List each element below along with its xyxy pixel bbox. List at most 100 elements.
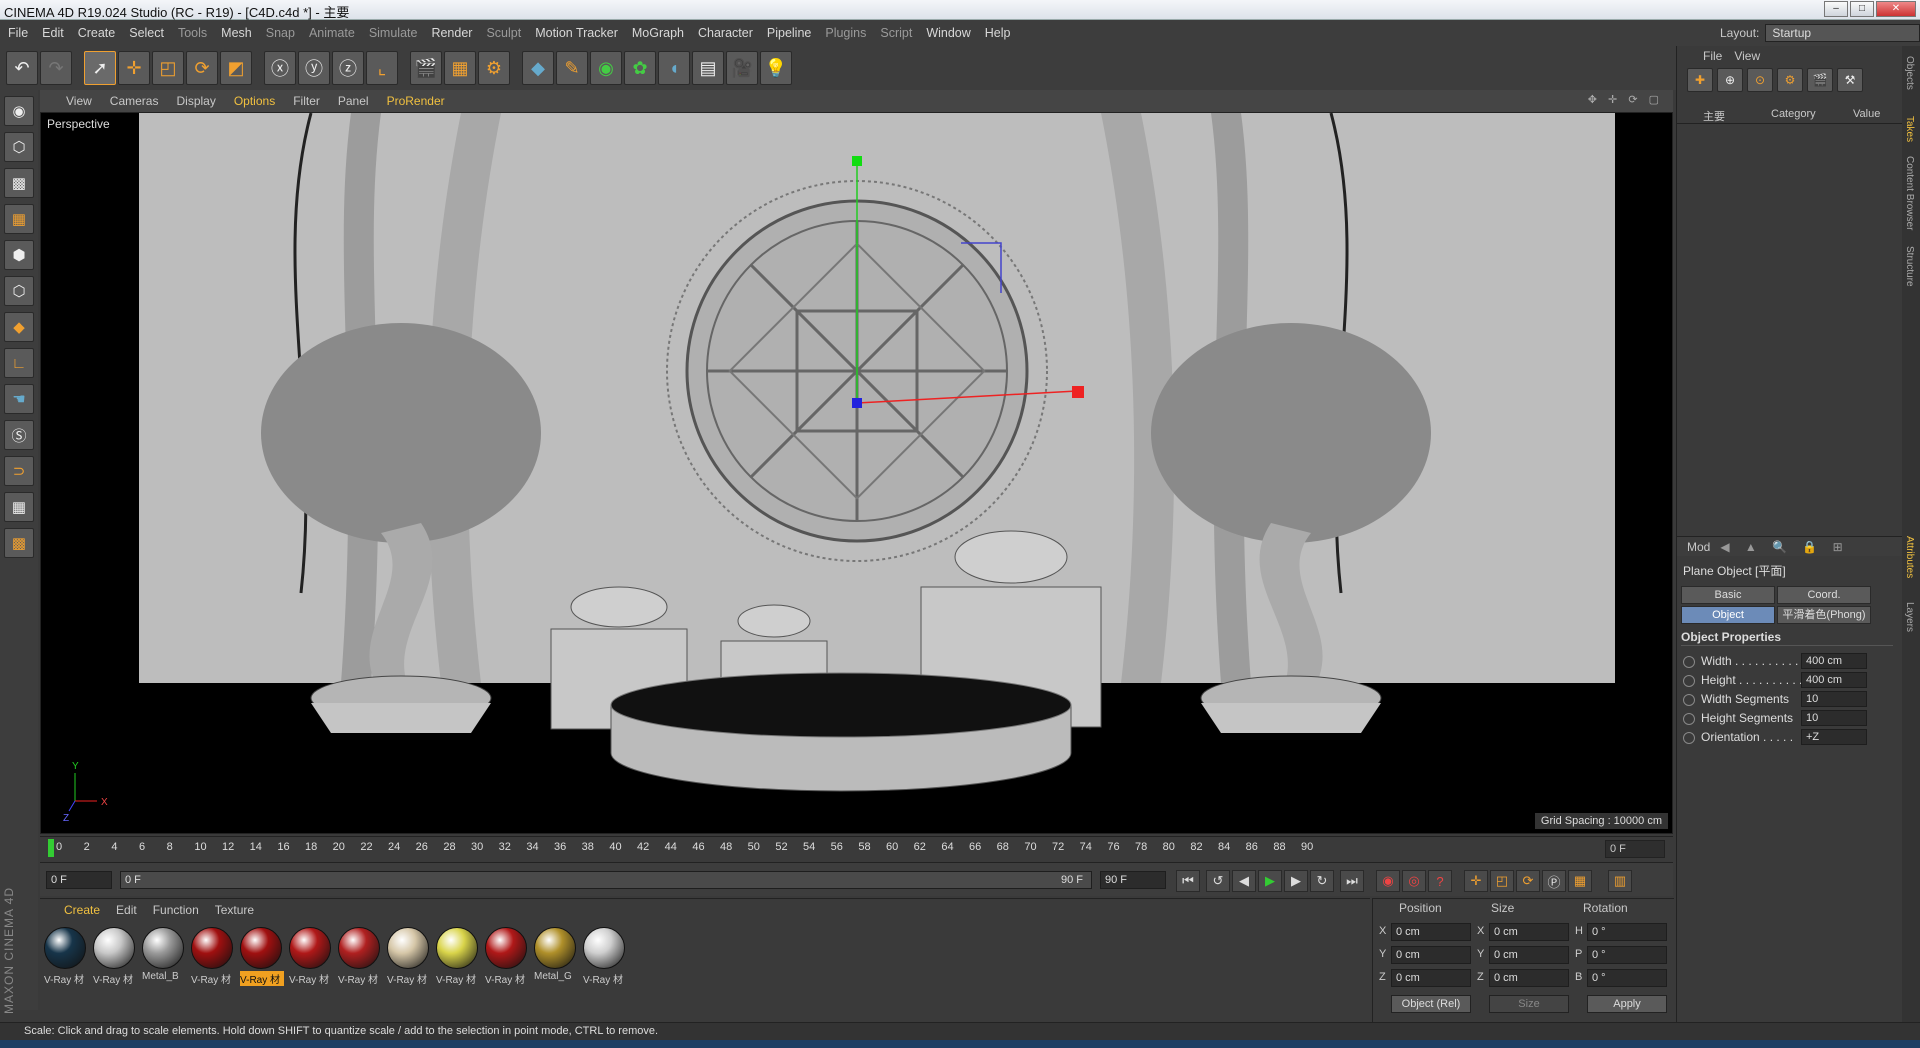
vp-menu-filter[interactable]: Filter (293, 94, 320, 108)
side-tab-takes[interactable]: Takes (1904, 116, 1915, 142)
tab-phong[interactable]: 平滑着色(Phong) (1777, 606, 1871, 624)
snap-icon[interactable]: ⊃ (4, 456, 34, 486)
end-frame-field[interactable]: 90 F (1100, 871, 1166, 889)
tab-basic[interactable]: Basic (1681, 586, 1775, 604)
vp-menu-options[interactable]: Options (234, 94, 275, 108)
undo-icon[interactable]: ↶ (6, 51, 38, 85)
edges-mode-icon[interactable]: ⬡ (4, 276, 34, 306)
material-swatch[interactable]: Metal_B (142, 927, 186, 987)
menu-plugins[interactable]: Plugins (825, 26, 866, 40)
prev-key-icon[interactable]: ↺ (1206, 870, 1230, 892)
material-swatch[interactable]: V-Ray 材 (436, 927, 480, 987)
scale-icon[interactable]: ◰ (152, 51, 184, 85)
take-clone-icon[interactable]: ⊕ (1717, 68, 1743, 92)
key-rotation-icon[interactable]: ⟳ (1516, 870, 1540, 892)
record-keys-icon[interactable]: ◉ (1376, 870, 1400, 892)
close-button[interactable]: ✕ (1876, 1, 1916, 17)
perspective-viewport[interactable]: Y X Z Perspective Grid Spacing : 10000 c… (40, 112, 1673, 834)
animate-radio-icon[interactable] (1683, 655, 1695, 668)
rotate-icon[interactable]: ⟳ (186, 51, 218, 85)
render-picture-viewer-icon[interactable]: ▦ (444, 51, 476, 85)
property-value-field[interactable]: +Z (1801, 729, 1867, 745)
override-icon[interactable]: ⊙ (1747, 68, 1773, 92)
material-swatch[interactable]: V-Ray 材 (338, 927, 382, 987)
coordinate-system-icon[interactable]: ⌞ (366, 51, 398, 85)
pen-spline-icon[interactable]: ✎ (556, 51, 588, 85)
coord-mode-dropdown[interactable]: Object (Rel) (1391, 995, 1471, 1013)
menu-pipeline[interactable]: Pipeline (767, 26, 811, 40)
next-key-icon[interactable]: ↻ (1310, 870, 1334, 892)
playhead-marker[interactable] (48, 839, 54, 857)
take-lock-icon[interactable]: ⚒ (1837, 68, 1863, 92)
menu-sculpt[interactable]: Sculpt (486, 26, 521, 40)
take-root-item[interactable]: 主要 (1703, 108, 1725, 124)
move-icon[interactable]: ✛ (118, 51, 150, 85)
rot-h-field[interactable]: 0 ° (1587, 923, 1667, 941)
render-view-icon[interactable]: 🎬 (410, 51, 442, 85)
viewport-nav-icons[interactable]: ✥ ✛ ⟳ ▢ (1588, 93, 1663, 106)
pos-z-field[interactable]: 0 cm (1391, 969, 1471, 987)
menu-mesh[interactable]: Mesh (221, 26, 252, 40)
side-tab-layers[interactable]: Layers (1904, 602, 1915, 632)
mat-menu-texture[interactable]: Texture (215, 903, 254, 917)
side-tab-attributes[interactable]: Attributes (1904, 536, 1915, 578)
menu-help[interactable]: Help (985, 26, 1011, 40)
maximize-button[interactable]: □ (1850, 1, 1874, 17)
property-value-field[interactable]: 10 (1801, 691, 1867, 707)
frame-range-slider[interactable]: 0 F 90 F (120, 871, 1092, 889)
vp-menu-cameras[interactable]: Cameras (110, 94, 159, 108)
go-to-start-icon[interactable]: ⏮ (1176, 870, 1200, 892)
cube-icon[interactable]: ◆ (522, 51, 554, 85)
take-add-icon[interactable]: ✚ (1687, 68, 1713, 92)
vp-menu-view[interactable]: View (66, 94, 92, 108)
tab-coord[interactable]: Coord. (1777, 586, 1871, 604)
next-frame-icon[interactable]: ▶ (1284, 870, 1308, 892)
mat-menu-function[interactable]: Function (153, 903, 199, 917)
material-swatch[interactable]: Metal_G (534, 927, 578, 987)
rot-p-field[interactable]: 0 ° (1587, 946, 1667, 964)
key-scale-icon[interactable]: ◰ (1490, 870, 1514, 892)
timeline-ruler[interactable]: 0 2 4 6 8 10 12 14 16 18 20 22 24 26 28 30 32 34 36 38 40 42 4… (40, 836, 1673, 860)
apply-button[interactable]: Apply (1587, 995, 1667, 1013)
mograph-cloner-icon[interactable]: ✿ (624, 51, 656, 85)
material-swatch[interactable]: V-Ray 材 (44, 927, 88, 987)
menu-script[interactable]: Script (880, 26, 912, 40)
mat-menu-create[interactable]: Create (64, 903, 100, 917)
axis-mode-icon[interactable]: ∟ (4, 348, 34, 378)
vp-menu-display[interactable]: Display (176, 94, 215, 108)
obj-menu-view[interactable]: View (1734, 49, 1760, 63)
menu-create[interactable]: Create (78, 26, 116, 40)
vp-menu-prorender[interactable]: ProRender (387, 94, 445, 108)
rot-b-field[interactable]: 0 ° (1587, 969, 1667, 987)
material-swatch[interactable]: V-Ray 材 (93, 927, 137, 987)
play-icon[interactable]: ▶ (1258, 870, 1282, 892)
mat-menu-edit[interactable]: Edit (116, 903, 137, 917)
redo-icon[interactable]: ↷ (40, 51, 72, 85)
x-axis-lock-icon[interactable]: ⓧ (264, 51, 296, 85)
solo-icon[interactable]: Ⓢ (4, 420, 34, 450)
pos-y-field[interactable]: 0 cm (1391, 946, 1471, 964)
floor-icon[interactable]: ▤ (692, 51, 724, 85)
override-group-icon[interactable]: ⚙ (1777, 68, 1803, 92)
material-swatch[interactable]: V-Ray 材 (289, 927, 333, 987)
size-mode-dropdown[interactable]: Size (1489, 995, 1569, 1013)
menu-character[interactable]: Character (698, 26, 753, 40)
timeline-layout-icon[interactable]: ▥ (1608, 870, 1632, 892)
locked-workplane-icon[interactable]: ▦ (4, 492, 34, 522)
subdivision-icon[interactable]: ◉ (590, 51, 622, 85)
points-mode-icon[interactable]: ⬢ (4, 240, 34, 270)
property-value-field[interactable]: 400 cm (1801, 653, 1867, 669)
obj-menu-file[interactable]: File (1703, 49, 1722, 63)
camera-icon[interactable]: 🎥 (726, 51, 758, 85)
render-settings-icon[interactable]: ⚙ (478, 51, 510, 85)
take-render-icon[interactable]: 🎬 (1807, 68, 1833, 92)
menu-motion-tracker[interactable]: Motion Tracker (535, 26, 618, 40)
menu-render[interactable]: Render (431, 26, 472, 40)
menu-file[interactable]: File (8, 26, 28, 40)
material-swatch[interactable]: V-Ray 材 (485, 927, 529, 987)
side-tab-structure[interactable]: Structure (1904, 246, 1915, 287)
menu-tools[interactable]: Tools (178, 26, 207, 40)
go-to-end-icon[interactable]: ⏭ (1340, 870, 1364, 892)
start-frame-field[interactable]: 0 F (46, 871, 112, 889)
vp-menu-panel[interactable]: Panel (338, 94, 369, 108)
